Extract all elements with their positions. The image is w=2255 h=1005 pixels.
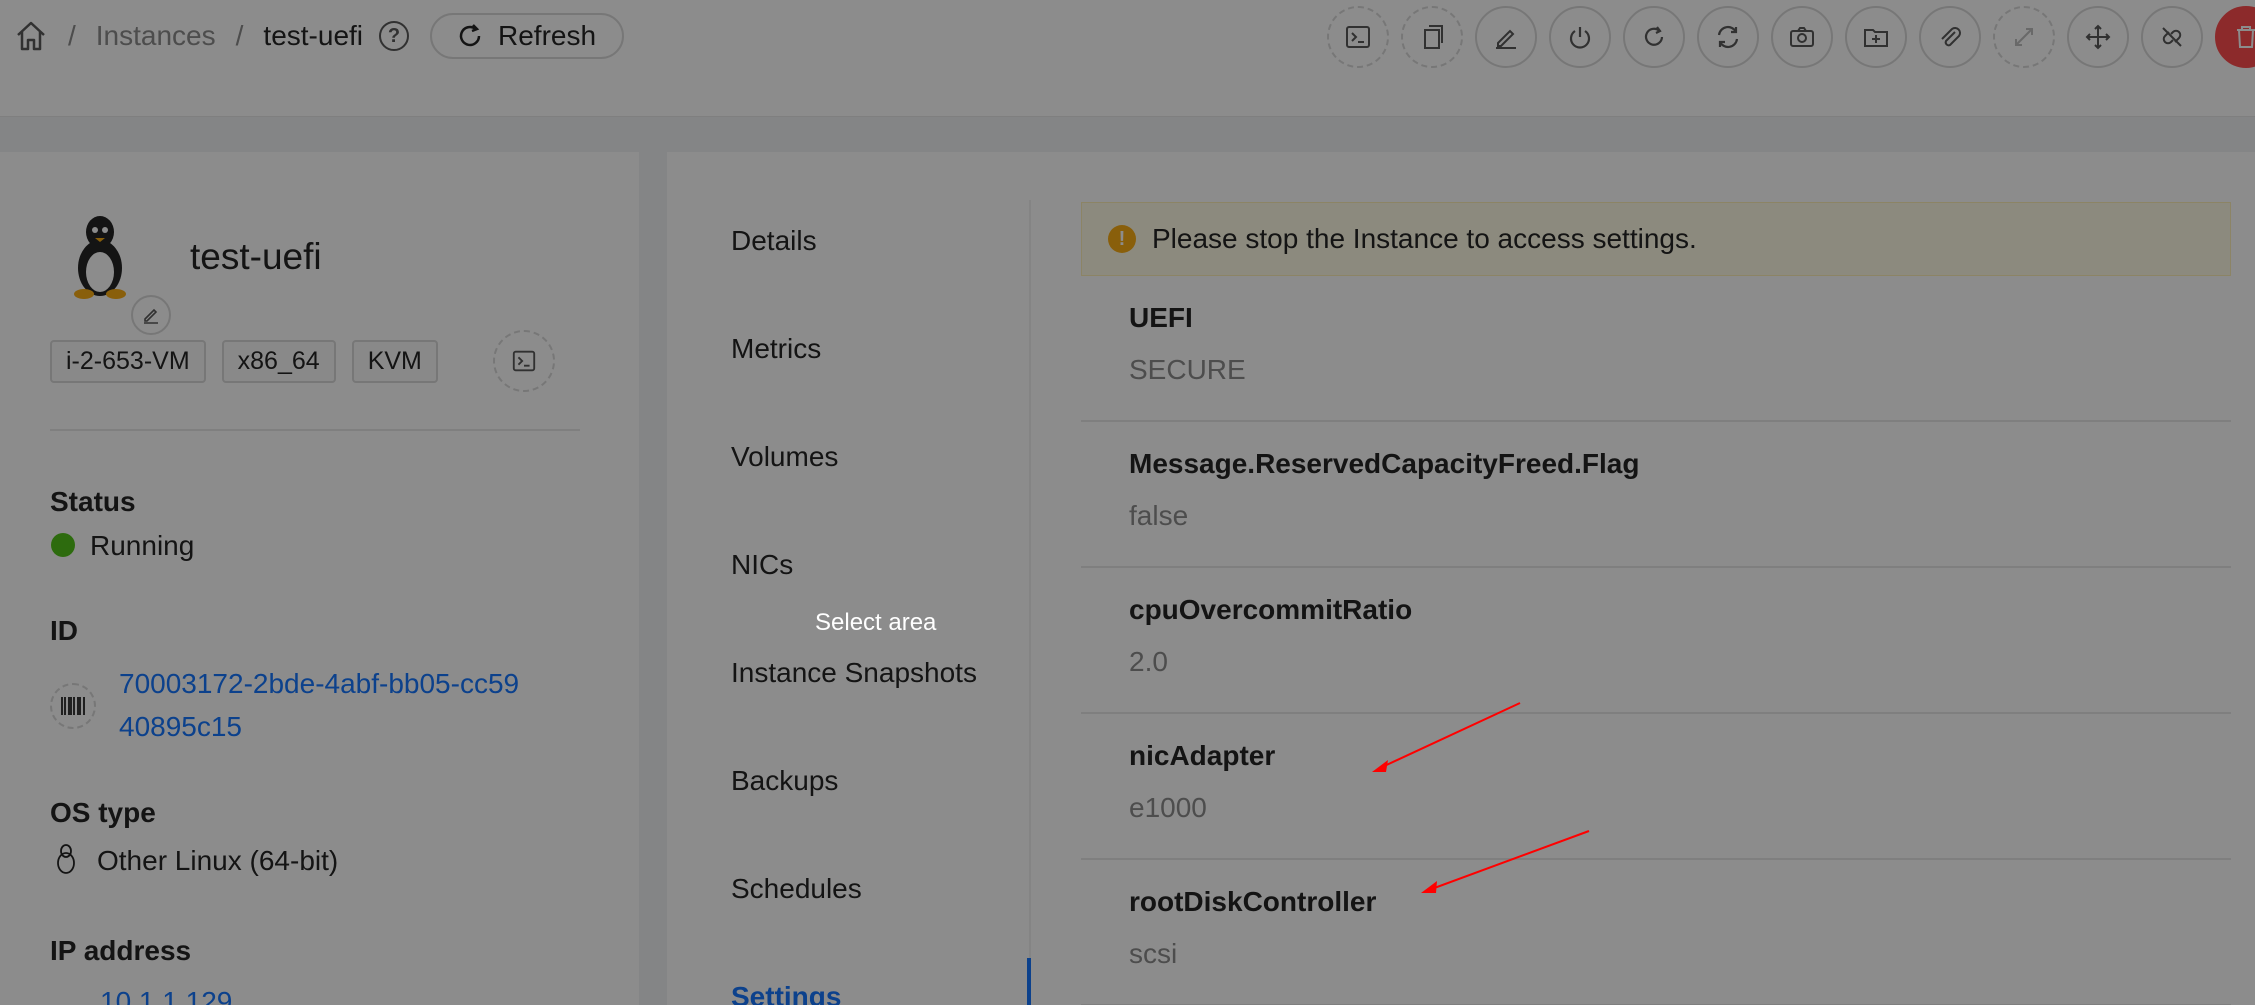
annotation-arrow <box>1421 830 1590 893</box>
annotation-arrow <box>1372 702 1521 772</box>
annotation-arrows <box>1372 702 1590 893</box>
